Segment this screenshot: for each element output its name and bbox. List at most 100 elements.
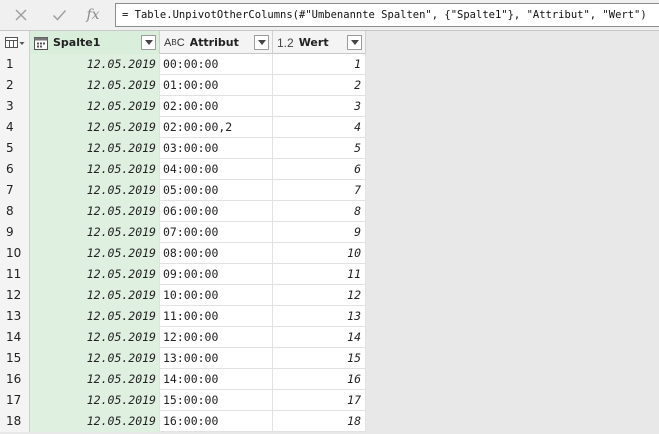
cell-spalte1[interactable]: 12.05.2019 [30,222,160,243]
table-menu-button[interactable] [0,31,30,54]
cell-wert[interactable]: 15 [273,348,366,369]
row-number[interactable]: 1 [0,54,30,75]
cell-wert[interactable]: 18 [273,411,366,432]
cell-spalte1[interactable]: 12.05.2019 [30,180,160,201]
cell-spalte1[interactable]: 12.05.2019 [30,285,160,306]
formula-input[interactable]: = Table.UnpivotOtherColumns(#"Umbenannte… [115,3,659,27]
table-row[interactable]: 2 12.05.2019 01:00:00 2 [0,75,366,96]
table-row[interactable]: 18 12.05.2019 16:00:00 18 [0,411,366,432]
table-row[interactable]: 4 12.05.2019 02:00:00,2 4 [0,117,366,138]
row-number[interactable]: 12 [0,285,30,306]
table-row[interactable]: 12 12.05.2019 10:00:00 12 [0,285,366,306]
filter-dropdown-button[interactable] [141,35,156,50]
filter-dropdown-button[interactable] [254,35,269,50]
cell-spalte1[interactable]: 12.05.2019 [30,117,160,138]
cell-spalte1[interactable]: 12.05.2019 [30,138,160,159]
cell-spalte1[interactable]: 12.05.2019 [30,96,160,117]
cell-attribut[interactable]: 02:00:00,2 [160,117,273,138]
row-number[interactable]: 18 [0,411,30,432]
cell-wert[interactable]: 12 [273,285,366,306]
cell-wert[interactable]: 16 [273,369,366,390]
cell-wert[interactable]: 10 [273,243,366,264]
cell-wert[interactable]: 14 [273,327,366,348]
cell-wert[interactable]: 13 [273,306,366,327]
table-row[interactable]: 11 12.05.2019 09:00:00 11 [0,264,366,285]
cell-wert[interactable]: 5 [273,138,366,159]
row-number[interactable]: 2 [0,75,30,96]
cell-attribut[interactable]: 03:00:00 [160,138,273,159]
cell-attribut[interactable]: 12:00:00 [160,327,273,348]
filter-dropdown-button[interactable] [347,35,362,50]
row-number[interactable]: 15 [0,348,30,369]
table-row[interactable]: 1 12.05.2019 00:00:00 1 [0,54,366,75]
row-number[interactable]: 5 [0,138,30,159]
table-row[interactable]: 7 12.05.2019 05:00:00 7 [0,180,366,201]
table-row[interactable]: 3 12.05.2019 02:00:00 3 [0,96,366,117]
cell-wert[interactable]: 6 [273,159,366,180]
table-row[interactable]: 17 12.05.2019 15:00:00 17 [0,390,366,411]
cell-attribut[interactable]: 00:00:00 [160,54,273,75]
cell-attribut[interactable]: 05:00:00 [160,180,273,201]
abc-text-icon[interactable]: ABC [164,37,185,49]
cell-wert[interactable]: 7 [273,180,366,201]
row-number[interactable]: 16 [0,369,30,390]
row-number[interactable]: 17 [0,390,30,411]
cell-spalte1[interactable]: 12.05.2019 [30,54,160,75]
confirm-button[interactable] [46,3,72,27]
row-number[interactable]: 7 [0,180,30,201]
cell-spalte1[interactable]: 12.05.2019 [30,390,160,411]
cell-spalte1[interactable]: 12.05.2019 [30,327,160,348]
row-number[interactable]: 9 [0,222,30,243]
cell-attribut[interactable]: 09:00:00 [160,264,273,285]
row-number[interactable]: 10 [0,243,30,264]
row-number[interactable]: 11 [0,264,30,285]
table-row[interactable]: 14 12.05.2019 12:00:00 14 [0,327,366,348]
column-header-spalte1[interactable]: Spalte1 [30,31,160,54]
cell-wert[interactable]: 11 [273,264,366,285]
row-number[interactable]: 8 [0,201,30,222]
cell-spalte1[interactable]: 12.05.2019 [30,159,160,180]
cell-spalte1[interactable]: 12.05.2019 [30,348,160,369]
cell-spalte1[interactable]: 12.05.2019 [30,411,160,432]
fx-button[interactable]: fx [80,3,106,27]
row-number[interactable]: 4 [0,117,30,138]
table-row[interactable]: 15 12.05.2019 13:00:00 15 [0,348,366,369]
cell-attribut[interactable]: 02:00:00 [160,96,273,117]
cell-attribut[interactable]: 11:00:00 [160,306,273,327]
column-header-wert[interactable]: 1.2 Wert [273,31,366,54]
cell-attribut[interactable]: 10:00:00 [160,285,273,306]
cell-spalte1[interactable]: 12.05.2019 [30,264,160,285]
cell-spalte1[interactable]: 12.05.2019 [30,306,160,327]
cell-spalte1[interactable]: 12.05.2019 [30,369,160,390]
cell-spalte1[interactable]: 12.05.2019 [30,75,160,96]
cell-spalte1[interactable]: 12.05.2019 [30,243,160,264]
cell-attribut[interactable]: 01:00:00 [160,75,273,96]
cell-spalte1[interactable]: 12.05.2019 [30,201,160,222]
column-header-attribut[interactable]: ABC Attribut [160,31,273,54]
cell-attribut[interactable]: 04:00:00 [160,159,273,180]
row-number[interactable]: 3 [0,96,30,117]
table-row[interactable]: 8 12.05.2019 06:00:00 8 [0,201,366,222]
cancel-button[interactable] [8,3,34,27]
cell-wert[interactable]: 2 [273,75,366,96]
row-number[interactable]: 14 [0,327,30,348]
cell-wert[interactable]: 1 [273,54,366,75]
cell-attribut[interactable]: 16:00:00 [160,411,273,432]
cell-attribut[interactable]: 06:00:00 [160,201,273,222]
table-row[interactable]: 10 12.05.2019 08:00:00 10 [0,243,366,264]
row-number[interactable]: 6 [0,159,30,180]
cell-attribut[interactable]: 08:00:00 [160,243,273,264]
cell-attribut[interactable]: 07:00:00 [160,222,273,243]
cell-wert[interactable]: 4 [273,117,366,138]
cell-wert[interactable]: 9 [273,222,366,243]
row-number[interactable]: 13 [0,306,30,327]
table-row[interactable]: 16 12.05.2019 14:00:00 16 [0,369,366,390]
cell-wert[interactable]: 3 [273,96,366,117]
cell-attribut[interactable]: 13:00:00 [160,348,273,369]
table-row[interactable]: 9 12.05.2019 07:00:00 9 [0,222,366,243]
cell-attribut[interactable]: 15:00:00 [160,390,273,411]
cell-wert[interactable]: 17 [273,390,366,411]
cell-wert[interactable]: 8 [273,201,366,222]
table-row[interactable]: 5 12.05.2019 03:00:00 5 [0,138,366,159]
table-row[interactable]: 6 12.05.2019 04:00:00 6 [0,159,366,180]
